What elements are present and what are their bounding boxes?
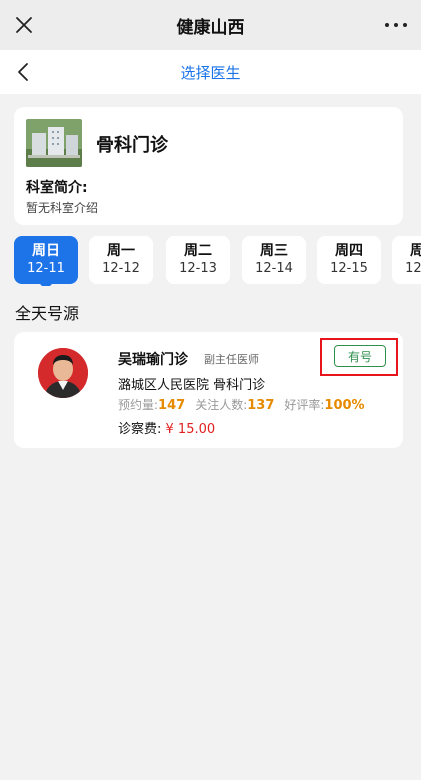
date-tab-thursday[interactable]: 周四 12-15	[317, 236, 381, 284]
doctor-title: 副主任医师	[204, 353, 259, 366]
department-card: 骨科门诊 科室简介: 暂无科室介绍	[14, 107, 403, 225]
app-title: 健康山西	[176, 17, 245, 38]
followers-label: 关注人数:	[195, 398, 248, 412]
date-selector: 周日 12-11 周一 12-12 周二 12-13 周三 12-14 周四 1…	[14, 236, 421, 286]
more-options-icon[interactable]	[385, 14, 407, 36]
doctor-stats: 预约量:147 关注人数:137 好评率:100%	[118, 396, 365, 413]
doctor-card[interactable]: 吴瑞瑜门诊 副主任医师 潞城区人民医院 骨科门诊 预约量:147 关注人数:137…	[14, 332, 403, 448]
availability-badge[interactable]: 有号	[334, 345, 386, 367]
date-tab-date: 12-14	[255, 261, 293, 276]
date-tab-date: 12-13	[179, 261, 217, 276]
fee-value: ¥ 15.00	[165, 422, 216, 437]
back-arrow-icon[interactable]	[12, 60, 36, 84]
date-tab-wednesday[interactable]: 周三 12-14	[242, 236, 306, 284]
doctor-avatar	[38, 348, 88, 398]
date-tab-date: 12-11	[27, 261, 65, 276]
date-tab-date: 12-12	[102, 261, 140, 276]
date-tab-weekday: 周三	[260, 243, 288, 259]
date-tab-date: 12-15	[330, 261, 368, 276]
department-intro-label: 科室简介:	[26, 180, 88, 196]
section-title: 全天号源	[15, 304, 80, 323]
booked-count: 147	[158, 398, 186, 413]
close-icon[interactable]	[12, 13, 36, 37]
date-tab-sunday[interactable]: 周日 12-11	[14, 236, 78, 286]
doctor-name: 吴瑞瑜门诊	[118, 352, 188, 368]
department-name: 骨科门诊	[96, 135, 168, 156]
doctor-fee: 诊察费: ¥ 15.00	[118, 418, 215, 437]
date-tab-weekday: 周日	[32, 243, 60, 259]
date-tab-friday[interactable]: 周五 12-16	[392, 236, 421, 284]
date-tab-tuesday[interactable]: 周二 12-13	[166, 236, 230, 284]
app-header: 健康山西	[0, 0, 421, 50]
date-tab-weekday: 周五	[410, 243, 421, 259]
rating-label: 好评率:	[284, 398, 325, 412]
booked-label: 预约量:	[118, 398, 159, 412]
date-tab-weekday: 周二	[184, 243, 212, 259]
department-photo	[26, 119, 82, 167]
selected-pointer-icon	[40, 284, 52, 286]
date-tab-date: 12-16	[405, 261, 421, 276]
doctor-hospital: 潞城区人民医院 骨科门诊	[118, 378, 266, 393]
date-tab-weekday: 周一	[107, 243, 135, 259]
fee-label: 诊察费:	[118, 422, 162, 437]
page-title: 选择医生	[180, 63, 241, 82]
date-tab-monday[interactable]: 周一 12-12	[89, 236, 153, 284]
page-nav-bar: 选择医生	[0, 50, 421, 94]
department-intro-text: 暂无科室介绍	[26, 201, 99, 215]
rating-value: 100%	[324, 398, 365, 413]
date-tab-weekday: 周四	[335, 243, 363, 259]
followers-count: 137	[247, 398, 275, 413]
